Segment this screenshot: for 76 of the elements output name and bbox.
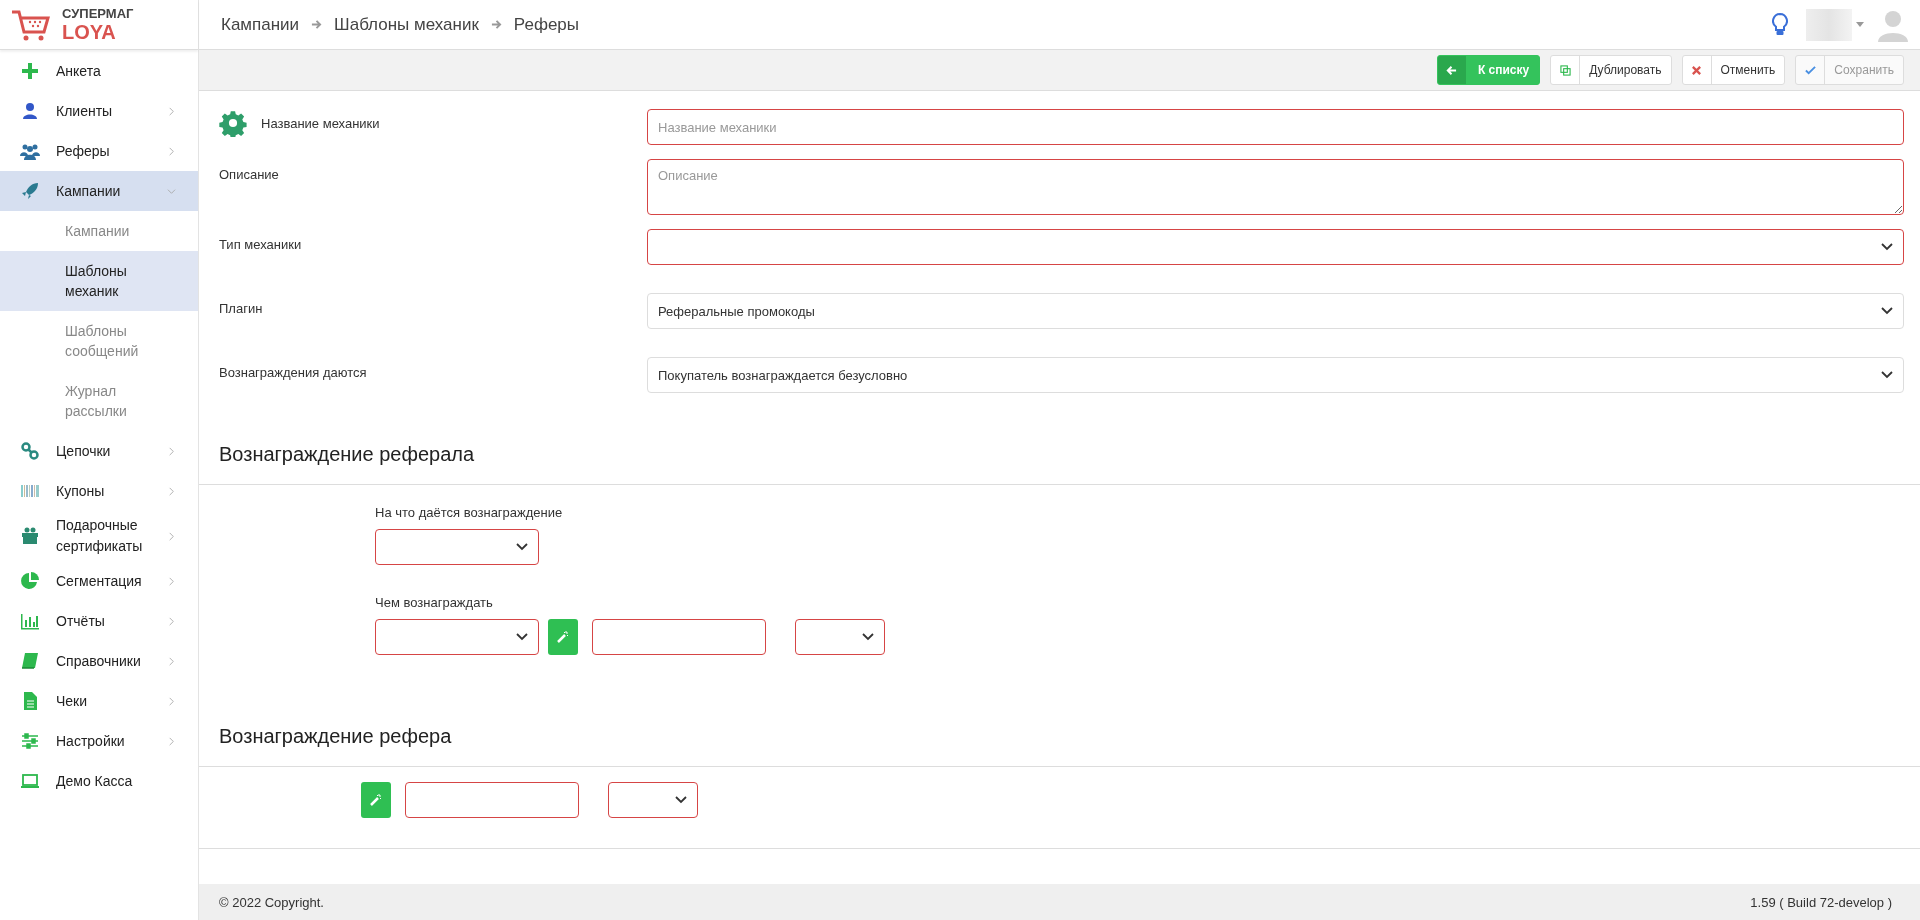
check-icon: [1804, 64, 1816, 76]
arrow-right-icon: [311, 19, 323, 30]
sidebar-item[interactable]: Справочники: [0, 641, 198, 681]
select-field[interactable]: [375, 529, 539, 565]
book-icon: [20, 651, 40, 671]
rocket-icon: [20, 181, 40, 201]
select-field[interactable]: [647, 229, 1904, 265]
select-field[interactable]: [608, 782, 698, 818]
arrow-right-icon: [490, 19, 502, 30]
input-field[interactable]: [405, 782, 579, 818]
chevron-down-icon: [1881, 243, 1893, 251]
magic-wand-button[interactable]: [361, 782, 391, 818]
breadcrumb-link[interactable]: Реферы: [513, 14, 580, 35]
logo-title: LOYA: [62, 22, 117, 42]
submenu-item[interactable]: Шаблоны механик: [0, 251, 198, 311]
field-label: Чем вознаграждать: [375, 595, 493, 610]
section-heading: Вознаграждение реферала: [199, 435, 1920, 485]
chevron-down-icon: [675, 796, 687, 804]
person-icon: [20, 101, 40, 121]
sidebar-item[interactable]: Чеки: [0, 681, 198, 721]
version-text: 1.59 ( Build 72-develop ): [1750, 894, 1892, 910]
gift-icon: [20, 526, 40, 546]
select-field[interactable]: Реферальные промокоды: [647, 293, 1904, 329]
pie-chart-icon: [20, 571, 40, 591]
laptop-icon: [20, 771, 40, 791]
field-label: Название механики: [261, 115, 380, 131]
field-label: Плагин: [219, 301, 263, 316]
field-label: Описание: [219, 167, 279, 182]
toolbar-button[interactable]: Дублировать: [1550, 55, 1672, 85]
chevron-down-icon: [1881, 371, 1893, 379]
toolbar-button[interactable]: Отменить: [1681, 55, 1786, 85]
sidebar-item[interactable]: Купоны: [0, 471, 198, 511]
plus-icon: [20, 61, 40, 81]
breadcrumb-link[interactable]: Кампании: [221, 14, 300, 35]
sidebar-item[interactable]: Анкета: [0, 51, 198, 91]
input-field[interactable]: Название механики: [647, 109, 1904, 145]
field-label: Вознаграждения даются: [219, 365, 367, 380]
field-label: На что даётся вознаграждение: [375, 505, 563, 520]
sliders-icon: [20, 731, 40, 751]
textarea-field[interactable]: Описание: [647, 159, 1904, 215]
sidebar-item[interactable]: Кампании: [0, 171, 198, 211]
sidebar-item[interactable]: Сегментация: [0, 561, 198, 601]
submenu-item[interactable]: Шаблоны сообщений: [0, 311, 198, 371]
sidebar-item[interactable]: Реферы: [0, 131, 198, 171]
sidebar-item[interactable]: Цепочки: [0, 431, 198, 471]
sidebar-item[interactable]: Клиенты: [0, 91, 198, 131]
chevron-down-icon: [516, 633, 528, 641]
bar-chart-icon: [20, 611, 40, 631]
arrow-left-icon: [1446, 64, 1458, 76]
copyright-text: © 2022 Copyright.: [219, 894, 324, 910]
sidebar-item[interactable]: Демо Касса: [0, 761, 198, 801]
sidebar-item[interactable]: Настройки: [0, 721, 198, 761]
lightbulb-icon[interactable]: [1772, 12, 1788, 37]
select-field[interactable]: Покупатель вознаграждается безусловно: [647, 357, 1904, 393]
logo-subtitle: СУПЕРМАГ: [62, 7, 134, 20]
breadcrumb-link[interactable]: Шаблоны механик: [334, 14, 479, 35]
magic-wand-icon: [556, 630, 570, 644]
sidebar-item[interactable]: Отчёты: [0, 601, 198, 641]
field-label: Тип механики: [219, 237, 302, 252]
select-field[interactable]: [795, 619, 885, 655]
select-field[interactable]: [375, 619, 539, 655]
close-icon: [1691, 64, 1702, 76]
input-field[interactable]: [592, 619, 766, 655]
chevron-down-icon: [1881, 307, 1893, 315]
chevron-down-icon: [516, 543, 528, 551]
chain-icon: [20, 441, 40, 461]
chevron-down-icon: [862, 633, 874, 641]
sidebar-item[interactable]: Подарочные сертификаты: [0, 511, 198, 561]
magic-wand-icon: [369, 793, 383, 807]
submenu-item[interactable]: Кампании: [0, 211, 198, 251]
magic-wand-button[interactable]: [548, 619, 578, 655]
section-heading: Вознаграждение рефера: [199, 717, 1920, 767]
gear-icon: [219, 109, 247, 137]
copy-icon: [1559, 64, 1571, 76]
caret-icon[interactable]: [1856, 22, 1864, 27]
submenu-item[interactable]: Журнал рассылки: [0, 371, 198, 431]
